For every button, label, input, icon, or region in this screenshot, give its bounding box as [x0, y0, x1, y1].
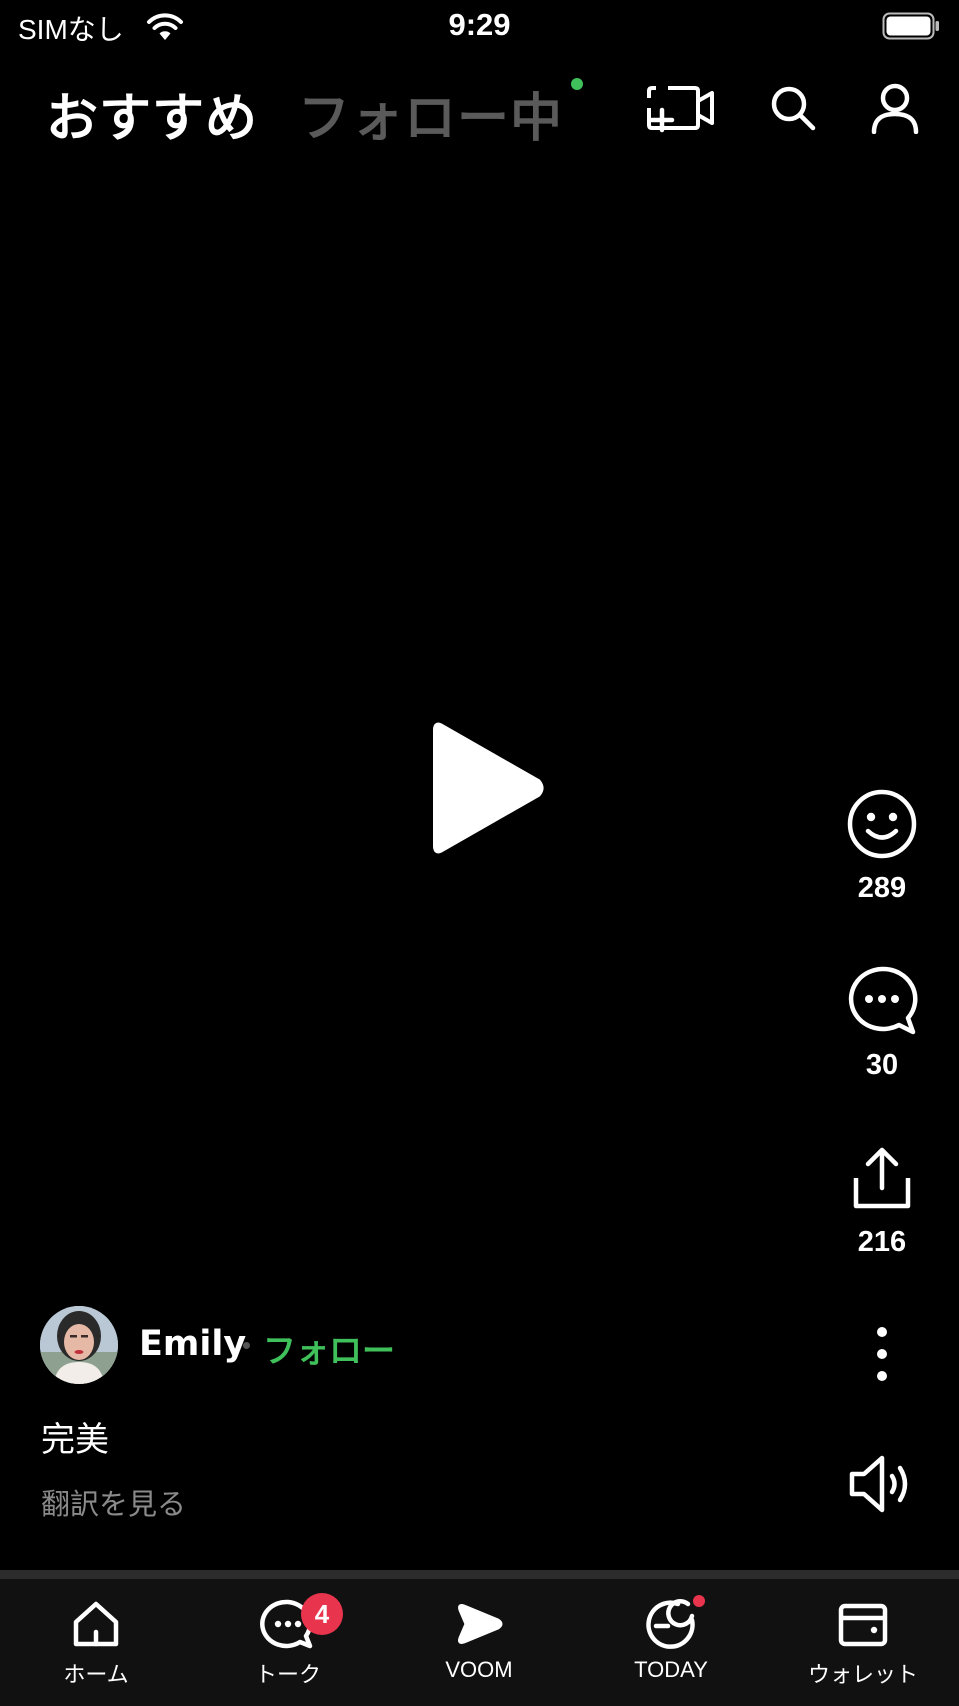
nav-talk-label: トーク	[254, 1662, 321, 1687]
nav-wallet[interactable]: ウォレット	[788, 1597, 938, 1689]
post-caption: 完美	[41, 1420, 109, 1460]
author-name[interactable]: Emily	[139, 1324, 246, 1364]
nav-home[interactable]: ホーム	[21, 1597, 171, 1689]
nav-voom-label: VOOM	[445, 1657, 513, 1682]
tab-recommended[interactable]: おすすめ	[46, 76, 258, 151]
unread-badge: 4	[301, 1593, 343, 1635]
comments-count: 30	[865, 1049, 899, 1081]
voom-screen: SIMなし 9:29 おすすめ フォロー中 289 30 216 Emily フ…	[0, 0, 959, 1706]
reaction-button[interactable]: 289	[836, 788, 928, 905]
reactions-count: 289	[857, 872, 907, 904]
wallet-icon	[838, 1603, 888, 1647]
header: おすすめ フォロー中	[0, 62, 959, 152]
more-button[interactable]	[836, 1326, 928, 1386]
comment-icon	[848, 966, 918, 1035]
status-time: 9:29	[448, 7, 511, 42]
battery-icon	[882, 12, 939, 40]
profile-icon	[871, 83, 919, 134]
share-button[interactable]: 216	[836, 1142, 928, 1259]
video-add-button[interactable]	[644, 78, 718, 138]
voom-icon	[458, 1604, 503, 1644]
shares-count: 216	[857, 1226, 907, 1258]
play-icon[interactable]	[430, 718, 548, 858]
nav-today-label: TODAY	[634, 1657, 708, 1682]
search-button[interactable]	[756, 78, 830, 138]
nav-home-label: ホーム	[63, 1662, 129, 1687]
more-vertical-icon	[877, 1327, 887, 1381]
status-bar: SIMなし 9:29	[0, 0, 959, 54]
smiley-icon	[847, 789, 917, 859]
home-icon	[73, 1601, 119, 1647]
tab-following[interactable]: フォロー中	[298, 76, 563, 151]
mute-button[interactable]	[836, 1452, 928, 1520]
following-new-dot	[571, 78, 583, 90]
speaker-icon	[849, 1455, 908, 1513]
avatar-photo	[40, 1306, 118, 1384]
separator-dot	[243, 1342, 250, 1349]
share-icon	[853, 1147, 911, 1209]
nav-voom[interactable]: VOOM	[404, 1597, 554, 1683]
nav-talk[interactable]: 4 トーク	[213, 1593, 363, 1689]
search-icon	[771, 86, 816, 131]
nav-divider	[0, 1570, 959, 1579]
nav-wallet-label: ウォレット	[807, 1662, 918, 1687]
nav-today[interactable]: TODAY	[596, 1595, 746, 1683]
see-translation-link[interactable]: 翻訳を見る	[41, 1481, 186, 1523]
today-new-dot	[693, 1595, 705, 1607]
comment-button[interactable]: 30	[836, 965, 928, 1082]
video-add-icon	[647, 86, 714, 133]
profile-button[interactable]	[858, 78, 932, 138]
author-avatar[interactable]	[40, 1306, 118, 1384]
follow-button[interactable]: フォロー	[263, 1324, 395, 1372]
today-icon	[646, 1598, 695, 1649]
bottom-nav: ホーム 4 トーク VOOM TODAY ウォレット	[0, 1579, 959, 1706]
